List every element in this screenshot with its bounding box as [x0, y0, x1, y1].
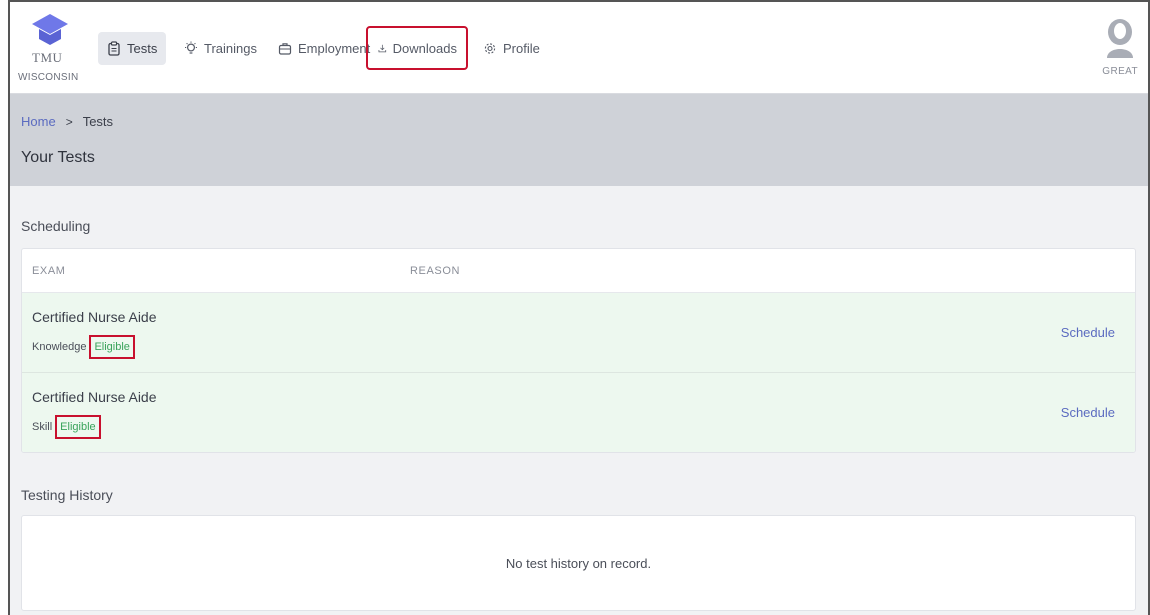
- table-row: Certified Nurse Aide Skill Eligible Sche…: [22, 373, 1135, 452]
- briefcase-icon: [278, 43, 292, 55]
- table-header: EXAM REASON: [22, 249, 1135, 293]
- exam-type: Knowledge: [32, 341, 87, 353]
- user-label: GREAT: [1102, 66, 1138, 77]
- brand-state: WISCONSIN: [18, 72, 79, 83]
- nav-downloads-label: Downloads: [392, 40, 457, 56]
- nav-tests-label: Tests: [127, 41, 158, 56]
- breadcrumb: Home > Tests: [21, 114, 113, 129]
- breadcrumb-separator: >: [65, 114, 73, 129]
- brand-name: TMU: [32, 50, 63, 65]
- column-header-reason: REASON: [410, 264, 461, 277]
- graduation-cap-icon: [32, 14, 68, 45]
- testing-history-title: Testing History: [21, 487, 113, 503]
- schedule-button[interactable]: Schedule: [1061, 325, 1115, 340]
- exam-name: Certified Nurse Aide: [32, 389, 157, 405]
- download-icon: [378, 44, 387, 52]
- exam-meta: Knowledge Eligible: [32, 335, 135, 359]
- scheduling-table: EXAM REASON Certified Nurse Aide Knowled…: [21, 248, 1136, 453]
- status-badge: Eligible: [89, 335, 135, 359]
- nav-employment[interactable]: Employment: [269, 32, 379, 65]
- page-title: Your Tests: [21, 149, 95, 166]
- nav-profile[interactable]: Profile: [474, 32, 549, 65]
- table-row: Certified Nurse Aide Knowledge Eligible …: [22, 293, 1135, 373]
- lightbulb-icon: [185, 41, 197, 54]
- top-navigation: TMU WISCONSIN Tests Trainings Employment…: [10, 2, 1148, 94]
- nav-profile-label: Profile: [503, 41, 540, 56]
- nav-downloads[interactable]: Downloads: [366, 26, 468, 70]
- breadcrumb-home-link[interactable]: Home: [21, 114, 56, 129]
- user-avatar-icon: [1107, 19, 1133, 58]
- page-header: Home > Tests Your Tests: [10, 94, 1148, 186]
- exam-type: Skill: [32, 421, 53, 433]
- exam-meta: Skill Eligible: [32, 415, 101, 439]
- user-menu[interactable]: GREAT: [1098, 16, 1142, 80]
- testing-history-panel: No test history on record.: [21, 515, 1136, 611]
- clipboard-icon: [108, 41, 120, 56]
- nav-trainings-label: Trainings: [204, 41, 257, 56]
- status-badge: Eligible: [55, 415, 101, 439]
- app-window: TMU WISCONSIN Tests Trainings Employment…: [8, 0, 1150, 615]
- brand-logo[interactable]: TMU WISCONSIN: [16, 10, 90, 90]
- column-header-exam: EXAM: [32, 264, 66, 277]
- nav-tests[interactable]: Tests: [98, 32, 167, 65]
- gear-icon: [484, 43, 496, 54]
- nav-employment-label: Employment: [298, 41, 371, 56]
- schedule-button[interactable]: Schedule: [1061, 405, 1115, 420]
- breadcrumb-current: Tests: [82, 114, 114, 129]
- scheduling-title: Scheduling: [21, 218, 91, 234]
- exam-name: Certified Nurse Aide: [32, 309, 157, 325]
- nav-trainings[interactable]: Trainings: [175, 32, 266, 65]
- empty-state-message: No test history on record.: [505, 556, 652, 571]
